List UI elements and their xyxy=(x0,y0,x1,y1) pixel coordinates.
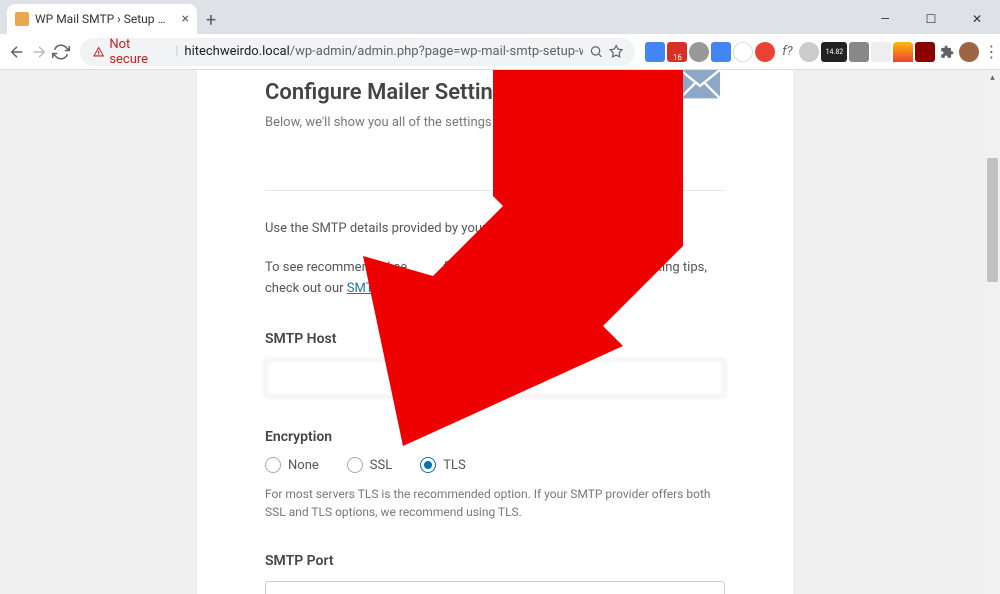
extensions-puzzle-icon[interactable] xyxy=(937,42,957,62)
encryption-ssl-radio[interactable]: SSL xyxy=(347,457,392,473)
scroll-up-icon[interactable]: ▴ xyxy=(985,70,1000,85)
extension-icon[interactable]: f? xyxy=(777,42,797,62)
profile-avatar[interactable] xyxy=(959,42,979,62)
radio-icon xyxy=(347,457,363,473)
tab-title: WP Mail SMTP › Setup Wizard xyxy=(35,12,176,26)
browser-tab[interactable]: WP Mail SMTP › Setup Wizard × xyxy=(7,4,197,34)
warning-icon xyxy=(92,45,105,59)
address-bar[interactable]: Not secure | hitechweirdo.local/wp-admin… xyxy=(80,38,635,66)
browser-menu-icon[interactable]: ⋮ xyxy=(981,42,1000,62)
extension-icons: 16 f? 14.82 ⋮ xyxy=(645,42,1000,62)
reload-button[interactable] xyxy=(52,38,70,66)
smtp-port-input[interactable] xyxy=(265,581,725,594)
radio-icon xyxy=(420,457,436,473)
minimize-button[interactable]: — xyxy=(862,4,908,34)
page-title: Configure Mailer Settings xyxy=(265,80,725,105)
security-indicator: Not secure xyxy=(92,37,169,67)
smtp-port-label: SMTP Port xyxy=(265,553,725,569)
extension-icon[interactable]: 14.82 xyxy=(821,42,847,62)
smtp-docs-link[interactable]: SMTP d xyxy=(347,281,392,296)
smtp-host-input[interactable] xyxy=(265,359,725,397)
forward-button[interactable] xyxy=(30,38,48,66)
window-controls: — ☐ ✕ xyxy=(862,4,1000,34)
browser-toolbar: Not secure | hitechweirdo.local/wp-admin… xyxy=(0,34,1000,70)
help-paragraph: Use the SMTP details provided by your ho… xyxy=(265,219,725,240)
page-viewport: Configure Mailer Settings Below, we'll s… xyxy=(0,70,1000,594)
radio-icon xyxy=(265,457,281,473)
extension-icon[interactable] xyxy=(711,42,731,62)
new-tab-button[interactable]: + xyxy=(197,6,225,34)
extension-icon[interactable] xyxy=(849,42,869,62)
browser-tab-strip: WP Mail SMTP › Setup Wizard × + — ☐ ✕ xyxy=(0,0,1000,34)
page-subtitle: Below, we'll show you all of the setting… xyxy=(265,115,725,130)
smtp-host-label: SMTP Host xyxy=(265,331,725,347)
encryption-help-text: For most servers TLS is the recommended … xyxy=(265,485,725,521)
search-in-page-icon[interactable] xyxy=(589,44,603,59)
setup-wizard-panel: Configure Mailer Settings Below, we'll s… xyxy=(197,70,793,594)
mail-icon xyxy=(679,70,721,100)
url-text: hitechweirdo.local/wp-admin/admin.php?pa… xyxy=(184,44,582,59)
extension-icon[interactable] xyxy=(915,42,935,62)
bookmark-star-icon[interactable] xyxy=(609,44,623,59)
tab-close-icon[interactable]: × xyxy=(182,11,189,27)
help-paragraph: To see recommended settings for this mai… xyxy=(265,258,725,300)
extension-icon[interactable] xyxy=(871,42,891,62)
encryption-tls-radio[interactable]: TLS xyxy=(420,457,465,473)
extension-icon[interactable] xyxy=(689,42,709,62)
close-window-button[interactable]: ✕ xyxy=(954,4,1000,34)
extension-icon[interactable] xyxy=(733,42,753,62)
divider xyxy=(265,190,725,191)
extension-icon[interactable] xyxy=(893,42,913,62)
encryption-none-radio[interactable]: None xyxy=(265,457,319,473)
extension-icon[interactable] xyxy=(755,42,775,62)
scrollbar-thumb[interactable] xyxy=(987,158,998,282)
scrollbar[interactable]: ▴ xyxy=(985,70,1000,594)
back-button[interactable] xyxy=(8,38,26,66)
extension-icon[interactable] xyxy=(645,42,665,62)
tab-favicon xyxy=(15,12,29,26)
extension-icon[interactable]: 16 xyxy=(667,42,687,62)
encryption-label: Encryption xyxy=(265,429,725,445)
maximize-button[interactable]: ☐ xyxy=(908,4,954,34)
encryption-radio-group: None SSL TLS xyxy=(265,457,725,473)
extension-icon[interactable] xyxy=(799,42,819,62)
